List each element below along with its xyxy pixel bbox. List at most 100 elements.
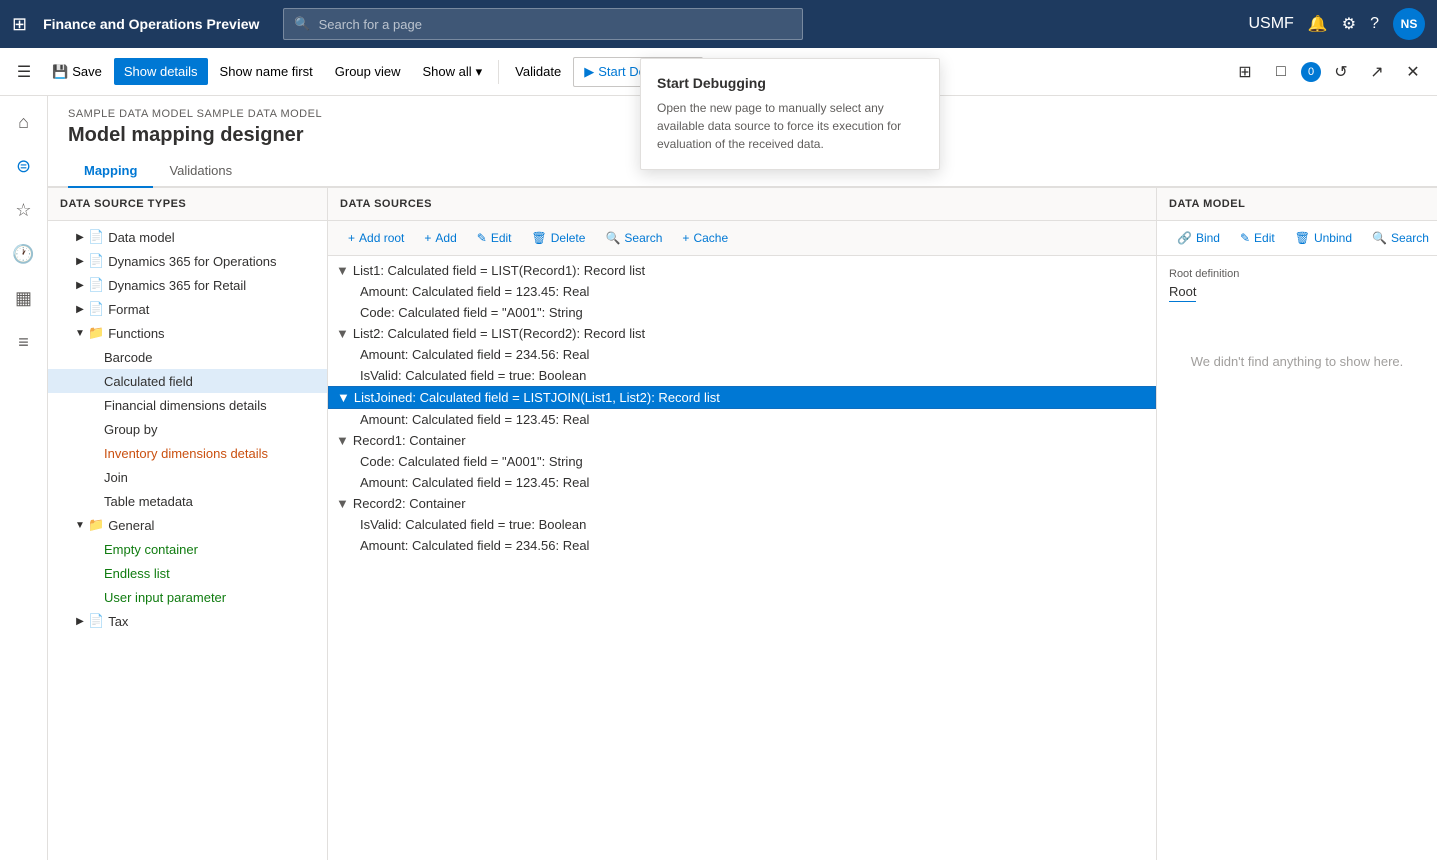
ribbon-divider-1 <box>498 60 499 84</box>
tree-item-format[interactable]: ▶ 📄 Format <box>48 297 327 321</box>
toggle-icon: ▶ <box>72 301 88 317</box>
top-nav-right: USMF 🔔 ⚙ ? NS <box>1249 8 1426 40</box>
search-button[interactable]: 🔍 Search <box>597 227 670 249</box>
ds-list1-amount[interactable]: Amount: Calculated field = 123.45: Real <box>328 281 1156 302</box>
list-icon[interactable]: ≡ <box>6 324 42 360</box>
show-name-first-button[interactable]: Show name first <box>210 58 323 85</box>
save-button[interactable]: 💾 Save <box>42 58 112 86</box>
ds-record2-amount[interactable]: Amount: Calculated field = 234.56: Real <box>328 535 1156 556</box>
refresh-icon[interactable]: ↺ <box>1325 56 1357 88</box>
ds-record1[interactable]: ▼ Record1: Container <box>328 430 1156 451</box>
node-icon: 📄 <box>88 229 104 245</box>
tab-validations[interactable]: Validations <box>153 155 248 188</box>
tree-item-d365-retail[interactable]: ▶ 📄 Dynamics 365 for Retail <box>48 273 327 297</box>
search-placeholder: Search for a page <box>319 17 422 32</box>
filter-icon[interactable]: ⊞ <box>1229 56 1261 88</box>
ds-record1-code[interactable]: Code: Calculated field = "A001": String <box>328 451 1156 472</box>
edit-icon: ✎ <box>477 231 487 245</box>
filter-nav-icon[interactable]: ⊜ <box>6 148 42 184</box>
tooltip-title: Start Debugging <box>657 75 923 91</box>
ds-list2-isvalid[interactable]: IsValid: Calculated field = true: Boolea… <box>328 365 1156 386</box>
tree-item-table-metadata[interactable]: Table metadata <box>48 489 327 513</box>
ds-list2-amount[interactable]: Amount: Calculated field = 234.56: Real <box>328 344 1156 365</box>
toggle-icon: ▼ <box>336 433 349 448</box>
folder-icon: 📁 <box>88 325 104 341</box>
root-def-value: Root <box>1169 284 1196 302</box>
toggle-icon <box>88 373 104 389</box>
validate-button[interactable]: Validate <box>505 58 571 85</box>
tree-item-group-by[interactable]: Group by <box>48 417 327 441</box>
settings-icon[interactable]: ⚙ <box>1342 14 1356 34</box>
user-avatar[interactable]: NS <box>1393 8 1425 40</box>
tree-item-inventory-dims[interactable]: Inventory dimensions details <box>48 441 327 465</box>
ds-list1-code[interactable]: Code: Calculated field = "A001": String <box>328 302 1156 323</box>
add-button[interactable]: + Add <box>416 227 464 249</box>
ds-listjoined[interactable]: ▼ ListJoined: Calculated field = LISTJOI… <box>328 386 1156 409</box>
home-icon[interactable]: ⌂ <box>6 104 42 140</box>
toggle-icon: ▼ <box>72 325 88 341</box>
ds-listjoined-amount[interactable]: Amount: Calculated field = 123.45: Real <box>328 409 1156 430</box>
tree-item-d365-operations[interactable]: ▶ 📄 Dynamics 365 for Operations <box>48 249 327 273</box>
ds-record2-isvalid[interactable]: IsValid: Calculated field = true: Boolea… <box>328 514 1156 535</box>
panel-data-sources: DATA SOURCES + Add root + Add ✎ Edit <box>328 188 1157 860</box>
badge-count[interactable]: 0 <box>1301 62 1321 82</box>
tree-item-financial-dims[interactable]: Financial dimensions details <box>48 393 327 417</box>
group-view-button[interactable]: Group view <box>325 58 411 85</box>
hamburger-icon[interactable]: ☰ <box>8 56 40 88</box>
tree-item-general[interactable]: ▼ 📁 General <box>48 513 327 537</box>
toggle-icon <box>88 493 104 509</box>
edit-button[interactable]: ✎ Edit <box>469 227 520 249</box>
tree-item-user-input-param[interactable]: User input parameter <box>48 585 327 609</box>
cache-icon: + <box>682 231 689 245</box>
help-icon[interactable]: ? <box>1370 15 1379 33</box>
toggle-icon: ▶ <box>72 277 88 293</box>
clock-icon[interactable]: 🕐 <box>6 236 42 272</box>
data-source-types-tree: ▶ 📄 Data model ▶ 📄 Dynamics 365 for Oper… <box>48 221 327 860</box>
close-icon[interactable]: ✕ <box>1397 56 1429 88</box>
ds-record2[interactable]: ▼ Record2: Container <box>328 493 1156 514</box>
notification-icon[interactable]: 🔔 <box>1308 14 1328 34</box>
star-icon[interactable]: ☆ <box>6 192 42 228</box>
tree-item-tax[interactable]: ▶ 📄 Tax <box>48 609 327 633</box>
app-grid-icon[interactable]: ⊞ <box>12 14 27 35</box>
dm-search-button[interactable]: 🔍 Search <box>1364 227 1437 249</box>
show-all-button[interactable]: Show all ▾ <box>413 58 493 86</box>
ds-list2[interactable]: ▼ List2: Calculated field = LIST(Record2… <box>328 323 1156 344</box>
node-icon: 📄 <box>88 613 104 629</box>
toggle-icon <box>88 565 104 581</box>
unbind-button[interactable]: 🗑 Unbind <box>1287 227 1360 249</box>
tab-mapping[interactable]: Mapping <box>68 155 153 188</box>
tree-item-data-model[interactable]: ▶ 📄 Data model <box>48 225 327 249</box>
bind-button[interactable]: 🔗 Bind <box>1169 227 1228 249</box>
ds-record1-amount[interactable]: Amount: Calculated field = 123.45: Real <box>328 472 1156 493</box>
folder-icon: 📁 <box>88 517 104 533</box>
tooltip-body: Open the new page to manually select any… <box>657 99 923 153</box>
tree-item-join[interactable]: Join <box>48 465 327 489</box>
tree-item-endless-list[interactable]: Endless list <box>48 561 327 585</box>
add-root-button[interactable]: + Add root <box>340 227 412 249</box>
open-icon[interactable]: ↗ <box>1361 56 1393 88</box>
node-icon: 📄 <box>88 253 104 269</box>
save-icon: 💾 <box>52 64 68 80</box>
toggle-icon <box>88 445 104 461</box>
tree-item-functions[interactable]: ▼ 📁 Functions <box>48 321 327 345</box>
dm-edit-button[interactable]: ✎ Edit <box>1232 227 1283 249</box>
toggle-icon: ▼ <box>336 326 349 341</box>
delete-icon: 🗑 <box>532 231 547 245</box>
tree-item-calculated-field[interactable]: Calculated field <box>48 369 327 393</box>
global-search-bar[interactable]: 🔍 Search for a page <box>283 8 803 40</box>
plus-icon: + <box>348 231 355 245</box>
edit-icon: ✎ <box>1240 231 1250 245</box>
toggle-icon: ▼ <box>336 496 349 511</box>
toggle-icon: ▶ <box>72 613 88 629</box>
delete-button[interactable]: 🗑 Delete <box>524 227 594 249</box>
tree-item-barcode[interactable]: Barcode <box>48 345 327 369</box>
panel-right-header: DATA MODEL <box>1157 188 1437 221</box>
layout-icon[interactable]: □ <box>1265 56 1297 88</box>
tree-item-empty-container[interactable]: Empty container <box>48 537 327 561</box>
cache-button[interactable]: + Cache <box>674 227 736 249</box>
show-details-button[interactable]: Show details <box>114 58 208 85</box>
grid-icon[interactable]: ▦ <box>6 280 42 316</box>
ds-list1[interactable]: ▼ List1: Calculated field = LIST(Record1… <box>328 260 1156 281</box>
start-debugging-tooltip: Start Debugging Open the new page to man… <box>640 58 940 170</box>
